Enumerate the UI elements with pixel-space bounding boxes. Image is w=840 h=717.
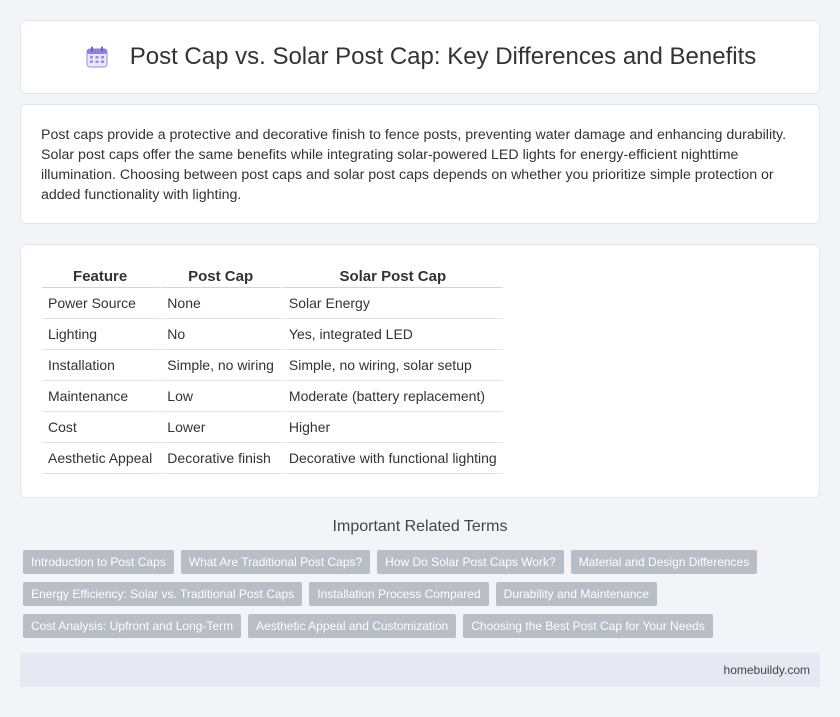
related-term-tag[interactable]: Aesthetic Appeal and Customization <box>248 614 457 638</box>
table-cell: Decorative with functional lighting <box>282 443 503 474</box>
table-cell: No <box>161 319 283 350</box>
related-term-tag[interactable]: How Do Solar Post Caps Work? <box>377 550 564 574</box>
table-cell: Lower <box>161 412 283 443</box>
table-row: Installation Simple, no wiring Simple, n… <box>42 350 503 381</box>
intro-card: Post caps provide a protective and decor… <box>20 104 820 224</box>
column-header: Feature <box>42 265 162 288</box>
related-term-tag[interactable]: Durability and Maintenance <box>495 582 658 606</box>
table-cell: Decorative finish <box>161 443 283 474</box>
related-terms-list: Introduction to Post Caps What Are Tradi… <box>23 550 823 646</box>
related-term-tag[interactable]: Cost Analysis: Upfront and Long-Term <box>23 614 242 638</box>
table-cell: Moderate (battery replacement) <box>282 381 503 412</box>
header-card: Post Cap vs. Solar Post Cap: Key Differe… <box>20 20 820 94</box>
table-header-row: Feature Post Cap Solar Post Cap <box>42 265 503 288</box>
related-term-tag[interactable]: Installation Process Compared <box>309 582 489 606</box>
footer: homebuildy.com <box>20 653 820 687</box>
table-cell: Simple, no wiring, solar setup <box>282 350 503 381</box>
table-row: Cost Lower Higher <box>42 412 503 443</box>
related-term-tag[interactable]: Introduction to Post Caps <box>23 550 174 574</box>
comparison-card: Feature Post Cap Solar Post Cap Power So… <box>20 244 820 498</box>
related-term-tag[interactable]: Energy Efficiency: Solar vs. Traditional… <box>23 582 303 606</box>
intro-text: Post caps provide a protective and decor… <box>41 127 787 203</box>
table-row: Maintenance Low Moderate (battery replac… <box>42 381 503 412</box>
related-term-tag[interactable]: Choosing the Best Post Cap for Your Need… <box>463 614 713 638</box>
table-cell: Simple, no wiring <box>161 350 283 381</box>
table-cell: Lighting <box>42 319 162 350</box>
related-term-tag[interactable]: What Are Traditional Post Caps? <box>180 550 371 574</box>
table-cell: None <box>161 288 283 319</box>
table-cell: Low <box>161 381 283 412</box>
comparison-table: Feature Post Cap Solar Post Cap Power So… <box>42 265 503 474</box>
table-row: Power Source None Solar Energy <box>42 288 503 319</box>
table-cell: Aesthetic Appeal <box>42 443 162 474</box>
table-cell: Higher <box>282 412 503 443</box>
tag-row: Cost Analysis: Upfront and Long-Term Aes… <box>23 614 823 638</box>
column-header: Post Cap <box>161 265 283 288</box>
table-cell: Cost <box>42 412 162 443</box>
footer-site-link[interactable]: homebuildy.com <box>724 663 810 677</box>
table-cell: Power Source <box>42 288 162 319</box>
table-cell: Solar Energy <box>282 288 503 319</box>
column-header: Solar Post Cap <box>282 265 503 288</box>
calendar-icon <box>84 44 110 70</box>
table-cell: Yes, integrated LED <box>282 319 503 350</box>
tag-row: Energy Efficiency: Solar vs. Traditional… <box>23 582 823 606</box>
table-row: Lighting No Yes, integrated LED <box>42 319 503 350</box>
related-terms-title: Important Related Terms <box>332 518 508 535</box>
tag-row: Introduction to Post Caps What Are Tradi… <box>23 550 823 574</box>
related-term-tag[interactable]: Material and Design Differences <box>570 550 758 574</box>
table-cell: Maintenance <box>42 381 162 412</box>
table-row: Aesthetic Appeal Decorative finish Decor… <box>42 443 503 474</box>
table-cell: Installation <box>42 350 162 381</box>
page-title: Post Cap vs. Solar Post Cap: Key Differe… <box>129 43 757 70</box>
